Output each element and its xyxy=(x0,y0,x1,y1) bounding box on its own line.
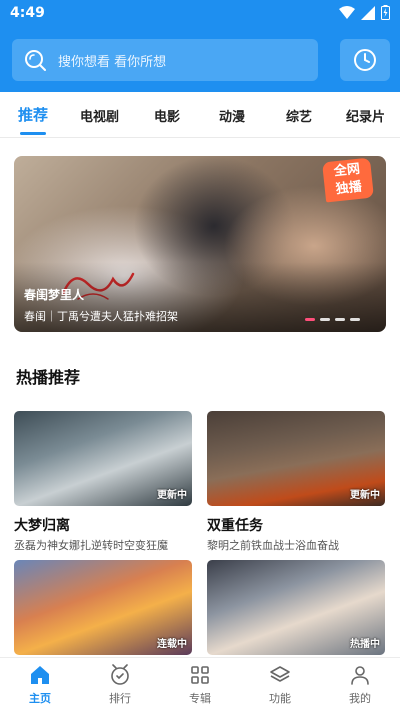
app-header: 4:49 搜你想看 看你所想 xyxy=(0,0,400,92)
search-input[interactable]: 搜你想看 看你所想 xyxy=(12,39,318,81)
layers-icon xyxy=(270,666,290,682)
tab-anime[interactable]: 动漫 xyxy=(219,106,245,125)
clock-icon xyxy=(354,49,376,71)
status-tag: 更新中 xyxy=(157,490,187,501)
status-time: 4:49 xyxy=(10,5,45,21)
nav-album[interactable]: 专辑 xyxy=(170,664,230,706)
nav-functions[interactable]: 功能 xyxy=(250,664,310,706)
show-description: 黎明之前铁血战士浴血奋战 xyxy=(207,539,339,552)
search-placeholder: 搜你想看 看你所想 xyxy=(58,55,167,70)
banner-subtitle: 春闺｜丁禹兮遭夫人猛扑难招架 xyxy=(24,310,178,323)
status-tag: 更新中 xyxy=(350,490,380,501)
history-button[interactable] xyxy=(340,39,390,81)
status-tag: 连载中 xyxy=(157,639,187,650)
wifi-icon xyxy=(339,5,355,19)
exclusive-badge: 全网 独播 xyxy=(322,157,374,203)
status-tag: 热播中 xyxy=(350,639,380,650)
search-icon xyxy=(25,50,46,71)
featured-banner[interactable]: 全网 独播 春闺梦里人 春闺｜丁禹兮遭夫人猛扑难招架 xyxy=(14,156,386,332)
nav-home[interactable]: 主页 xyxy=(10,664,70,706)
status-bar: 4:49 xyxy=(0,0,400,28)
show-card[interactable]: 连载中 xyxy=(14,560,192,655)
carousel-dot[interactable] xyxy=(350,318,360,321)
carousel-dot[interactable] xyxy=(335,318,345,321)
section-title: 热播推荐 xyxy=(16,368,81,387)
tab-movies[interactable]: 电影 xyxy=(154,106,180,125)
show-thumbnail: 更新中 xyxy=(207,411,385,506)
nav-ranking[interactable]: 排行 xyxy=(90,664,150,706)
bottom-navigation: 主页 排行 专辑 功能 我的 xyxy=(0,657,400,711)
carousel-dot[interactable] xyxy=(320,318,330,321)
show-card[interactable]: 更新中 大梦归离 丞磊为神女娜扎逆转时空变狂魔 xyxy=(14,411,192,552)
divider xyxy=(0,137,400,138)
ranking-icon xyxy=(111,664,129,685)
user-icon xyxy=(351,666,369,685)
show-title: 双重任务 xyxy=(207,518,263,534)
show-thumbnail: 更新中 xyxy=(14,411,192,506)
battery-icon xyxy=(381,5,390,20)
album-grid-icon xyxy=(191,666,209,684)
carousel-dot[interactable] xyxy=(305,318,315,321)
show-thumbnail: 热播中 xyxy=(207,560,385,655)
tab-variety[interactable]: 综艺 xyxy=(286,106,312,125)
banner-title: 春闺梦里人 xyxy=(24,288,85,302)
category-tabs: 推荐 电视剧 电影 动漫 综艺 纪录片 xyxy=(0,92,400,138)
show-title: 大梦归离 xyxy=(14,518,70,534)
home-icon xyxy=(31,666,49,684)
show-description: 丞磊为神女娜扎逆转时空变狂魔 xyxy=(14,539,168,552)
nav-profile[interactable]: 我的 xyxy=(330,664,390,706)
show-card[interactable]: 热播中 xyxy=(207,560,385,655)
carousel-indicator xyxy=(305,318,360,321)
active-tab-indicator xyxy=(20,132,46,135)
show-thumbnail: 连载中 xyxy=(14,560,192,655)
status-icons xyxy=(339,5,390,20)
tab-recommend[interactable]: 推荐 xyxy=(18,104,48,125)
signal-icon xyxy=(361,5,375,20)
tab-documentary[interactable]: 纪录片 xyxy=(346,106,385,125)
tab-tv-series[interactable]: 电视剧 xyxy=(80,106,119,125)
show-card[interactable]: 更新中 双重任务 黎明之前铁血战士浴血奋战 xyxy=(207,411,385,552)
